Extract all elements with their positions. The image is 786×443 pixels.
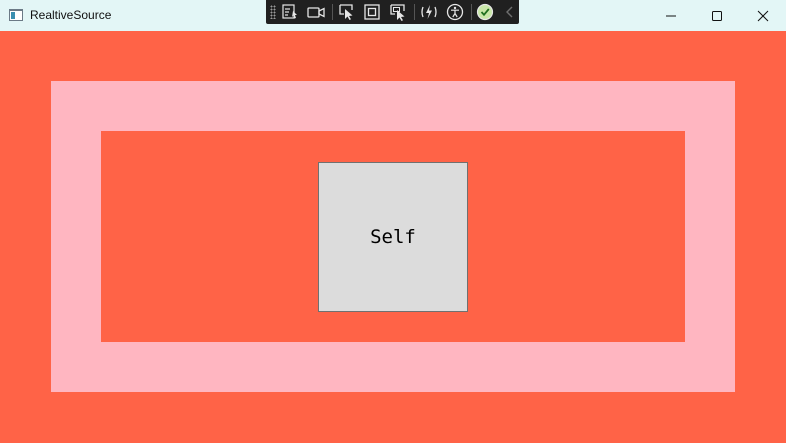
accessibility-icon[interactable] [445,2,465,22]
outer-border: Self [51,81,735,392]
toolbar-separator [471,4,472,20]
display-layout-adorners-icon[interactable] [362,2,382,22]
hot-reload-icon[interactable] [419,2,439,22]
select-element-icon[interactable] [337,2,357,22]
app-window-icon [9,9,23,21]
track-focused-element-icon[interactable] [388,2,408,22]
title-bar[interactable]: RealtiveSource [0,0,786,31]
grip-icon[interactable] [270,5,276,19]
maximize-icon [712,11,722,21]
maximize-button[interactable] [694,0,740,31]
record-camera-icon[interactable] [306,2,326,22]
close-icon [757,10,769,22]
self-button-label: Self [370,226,416,248]
inner-border: Self [101,131,685,342]
window-title: RealtiveSource [30,8,112,22]
collapse-chevron-icon[interactable] [500,2,520,22]
app-window: RealtiveSource Self [0,0,786,443]
toolbar-separator [332,4,333,20]
minimize-icon [666,15,676,17]
window-content: Self [0,31,786,443]
toolbar-separator [414,4,415,20]
self-button[interactable]: Self [318,162,468,312]
binding-check-icon[interactable] [475,2,495,22]
minimize-button[interactable] [648,0,694,31]
close-button[interactable] [740,0,786,31]
live-visual-tree-icon[interactable] [280,2,300,22]
debug-toolbar [266,0,519,24]
